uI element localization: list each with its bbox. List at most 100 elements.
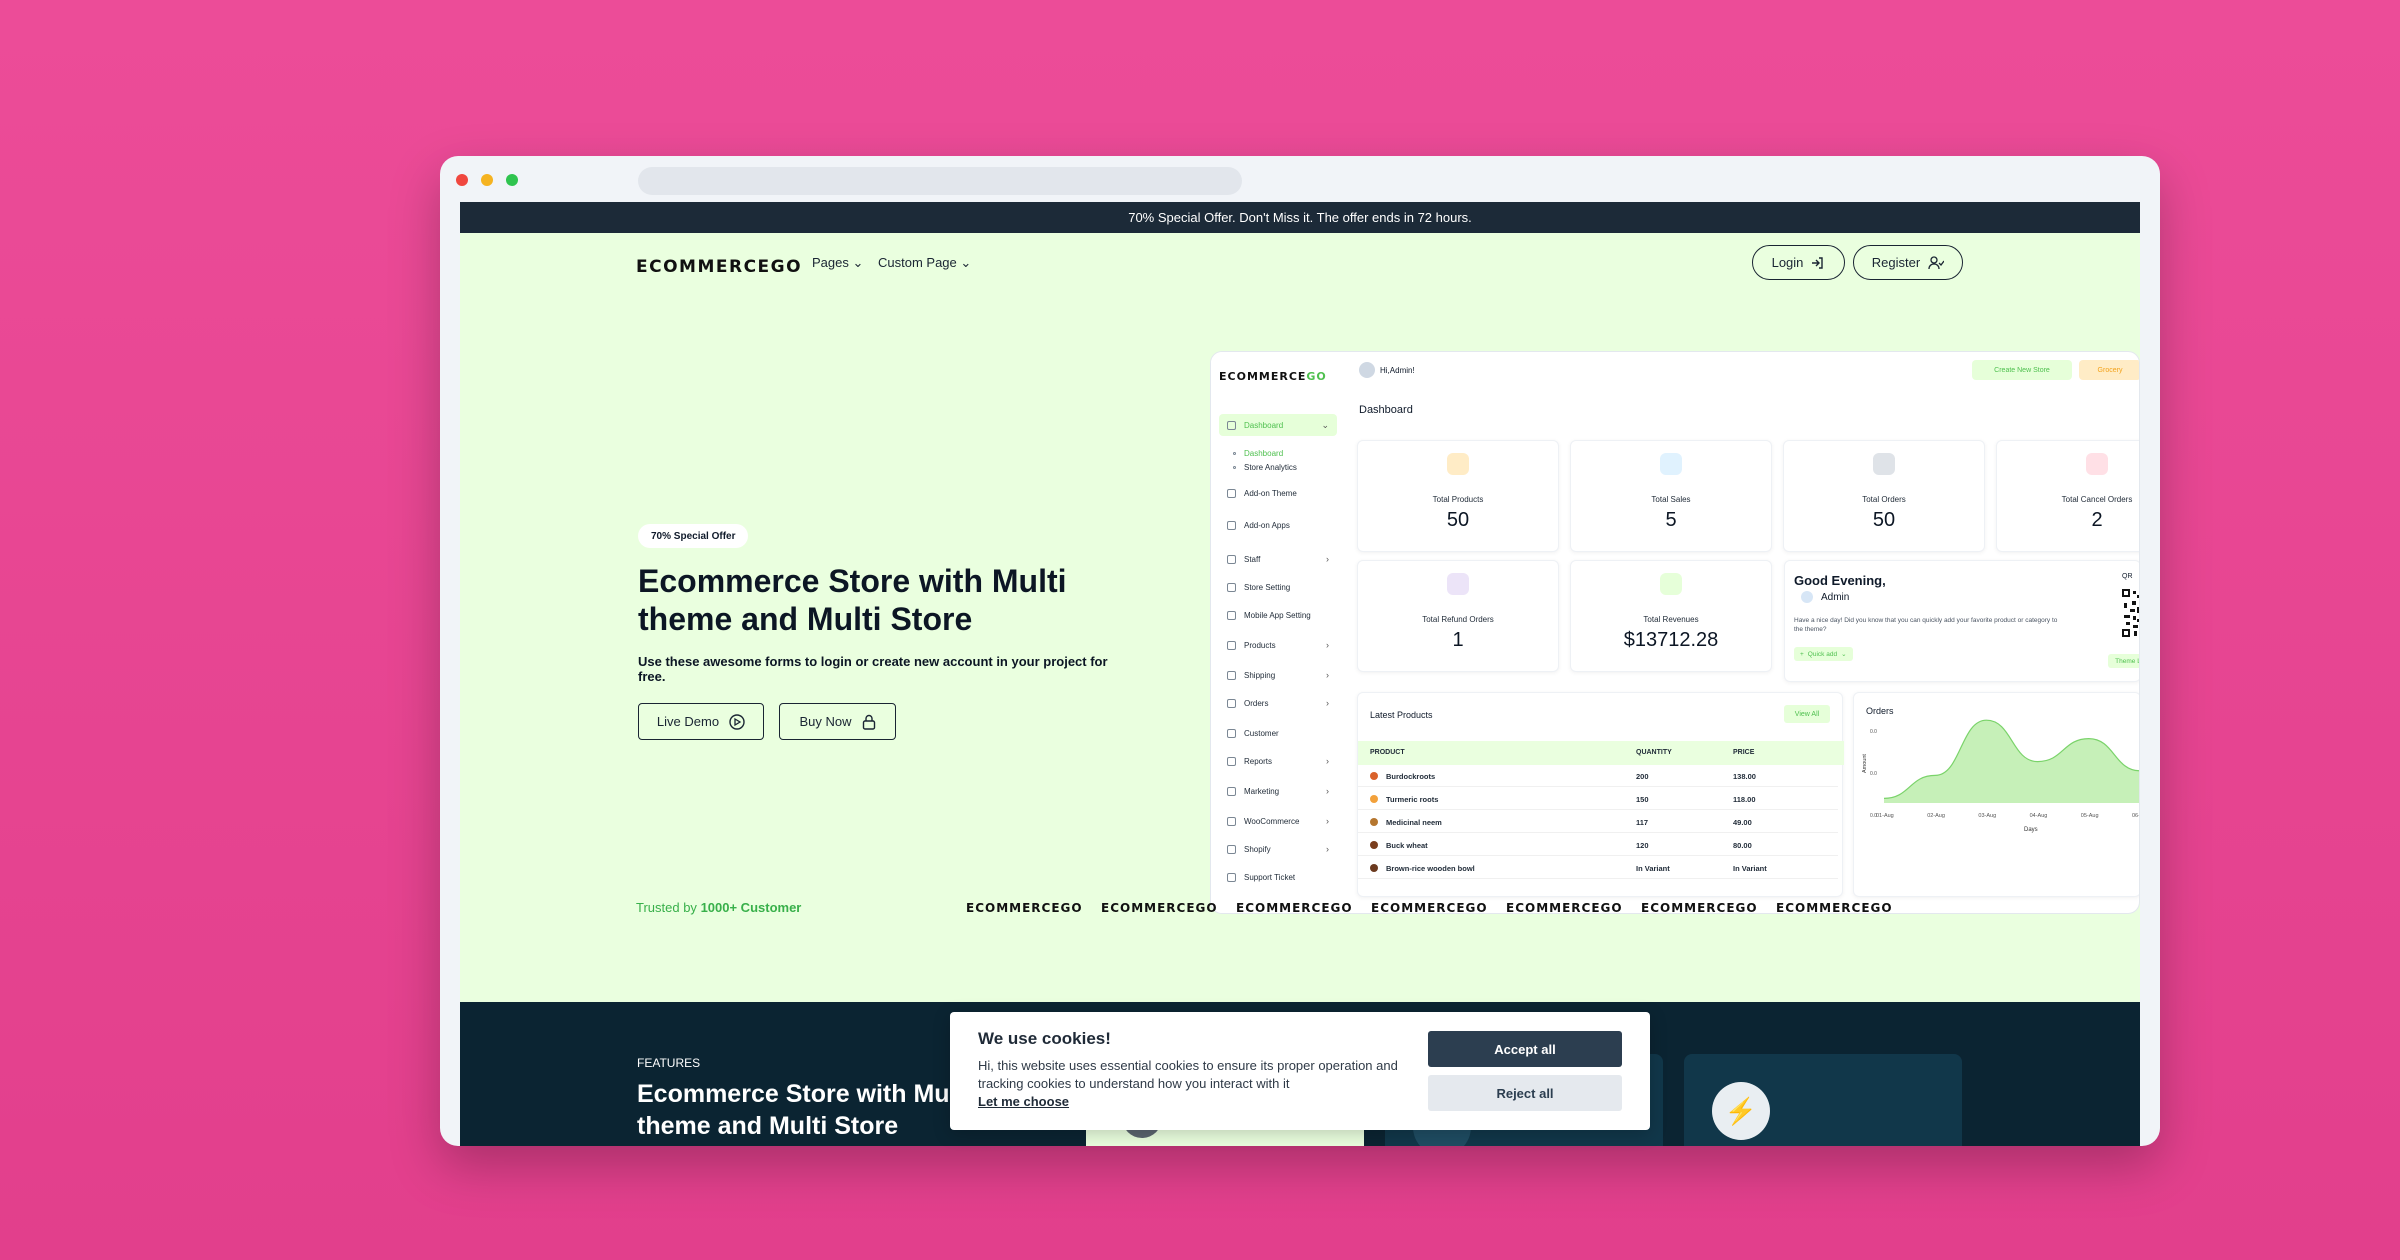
register-button[interactable]: Register [1853, 245, 1963, 280]
table-row[interactable]: Burdockroots 200 138.00 [1358, 765, 1838, 787]
nav-custom-page[interactable]: Custom Page ⌄ [878, 255, 971, 271]
user-menu[interactable]: Hi,Admin! [1380, 366, 1415, 375]
menu-item-icon [1227, 488, 1236, 498]
menu-item-icon [1227, 554, 1236, 564]
site-logo[interactable]: ECOMMERCEGO [636, 257, 802, 277]
sidebar-item[interactable]: Add-on Theme [1219, 482, 1337, 504]
sidebar-item-label: Store Analytics [1244, 462, 1297, 472]
chevron-icon: › [1326, 640, 1329, 650]
table-row[interactable]: Turmeric roots 150 118.00 [1358, 788, 1838, 810]
live-demo-button[interactable]: Live Demo [638, 703, 764, 740]
column-header: QUANTITY [1636, 749, 1672, 756]
table-row[interactable]: Brown-rice wooden bowl In Variant In Varia… [1358, 857, 1838, 879]
dashboard-logo: ECOMMERCEGO [1219, 370, 1327, 383]
sidebar-item[interactable]: Orders › [1219, 692, 1337, 714]
window-controls [456, 174, 518, 186]
sidebar-item[interactable]: Shopify › [1219, 838, 1337, 860]
product-price: In Variant [1733, 864, 1767, 873]
menu-item-icon [1227, 698, 1236, 708]
brand-logo: ECOMMERCEGO [1776, 901, 1893, 915]
minimize-dot[interactable] [481, 174, 493, 186]
stat-value: 1 [1452, 629, 1464, 651]
plus-icon: + [1800, 650, 1804, 658]
sidebar-item-label: Store Setting [1244, 582, 1291, 592]
stat-card: Total Refund Orders 1 [1357, 560, 1559, 672]
chevron-icon: › [1326, 756, 1329, 766]
sidebar-item[interactable]: Shipping › [1219, 664, 1337, 686]
store-select[interactable]: Grocery [2079, 360, 2139, 380]
stat-value: 50 [1446, 509, 1470, 531]
accept-all-button[interactable]: Accept all [1428, 1031, 1622, 1067]
quick-add-button[interactable]: + Quick add ⌄ [1794, 647, 1853, 661]
cookie-title: We use cookies! [978, 1029, 1111, 1048]
product-thumbnail [1370, 864, 1378, 872]
sidebar-item[interactable]: Marketing › [1219, 780, 1337, 802]
sidebar-item-label: Products [1244, 640, 1276, 650]
sidebar-item[interactable]: Store Setting [1219, 576, 1337, 598]
create-store-button[interactable]: Create New Store [1972, 360, 2072, 380]
features-label: FEATURES [637, 1056, 701, 1070]
product-name: Burdockroots [1386, 772, 1436, 781]
sidebar-item[interactable]: Dashboard ⌄ [1219, 414, 1337, 436]
table-row[interactable]: Buck wheat 120 80.00 [1358, 834, 1838, 856]
chevron-down-icon: ⌄ [960, 255, 972, 270]
address-bar[interactable] [638, 167, 1242, 195]
sidebar-item[interactable]: Customer [1219, 722, 1337, 744]
stat-icon [1873, 453, 1895, 475]
sidebar-item[interactable]: Add-on Apps [1219, 514, 1337, 536]
sidebar-item[interactable]: Products › [1219, 634, 1337, 656]
trusted-by: Trusted by 1000+ Customer [636, 900, 801, 915]
close-dot[interactable] [456, 174, 468, 186]
product-price: 118.00 [1733, 795, 1756, 804]
product-quantity: 200 [1636, 772, 1649, 781]
reject-all-button[interactable]: Reject all [1428, 1075, 1622, 1111]
sidebar-item[interactable]: Store Analytics [1219, 456, 1337, 478]
table-row[interactable]: Medicinal neem 117 49.00 [1358, 811, 1838, 833]
product-name: Turmeric roots [1386, 795, 1439, 804]
features-title: Ecommerce Store with Multi theme and Mul… [637, 1080, 972, 1140]
menu-item-icon [1227, 786, 1236, 796]
stat-value: 50 [1872, 509, 1896, 531]
dashboard-logo-b: GO [1306, 370, 1327, 383]
navbar: ECOMMERCEGO Pages ⌄ Custom Page ⌄ Login … [460, 233, 2140, 299]
product-name: Buck wheat [1386, 841, 1428, 850]
let-me-choose-link[interactable]: Let me choose [978, 1094, 1069, 1109]
avatar [1359, 362, 1375, 378]
brand-logo: ECOMMERCEGO [1506, 901, 1623, 915]
y-tick-label: 0.0 [1870, 771, 1877, 777]
stat-icon [1660, 573, 1682, 595]
nav-pages[interactable]: Pages ⌄ [812, 255, 863, 271]
qr-label: QR [2122, 573, 2133, 580]
cookie-banner: We use cookies! Hi, this website uses es… [950, 1012, 1650, 1130]
menu-item-icon [1227, 420, 1236, 430]
buy-now-button[interactable]: Buy Now [779, 703, 896, 740]
sidebar-item-label: Shopify [1244, 844, 1271, 854]
sidebar-item[interactable]: Reports › [1219, 750, 1337, 772]
sidebar-item[interactable]: Mobile App Setting [1219, 604, 1337, 626]
sidebar-item-label: Dashboard [1244, 420, 1284, 430]
chevron-icon: › [1326, 844, 1329, 854]
chevron-down-icon: ⌄ [852, 255, 864, 270]
stat-label: Total Sales [1651, 495, 1691, 504]
hero-title: Ecommerce Store with Multi theme and Mul… [638, 563, 1067, 637]
live-demo-label: Live Demo [656, 714, 720, 729]
maximize-dot[interactable] [506, 174, 518, 186]
login-button[interactable]: Login [1752, 245, 1845, 280]
theme-button[interactable]: Theme L [2108, 654, 2139, 668]
sidebar-item[interactable]: Staff › [1219, 548, 1337, 570]
login-icon [1812, 256, 1824, 269]
lightning-icon: ⚡ [1712, 1082, 1770, 1140]
stat-label: Total Cancel Orders [2061, 495, 2133, 504]
sidebar-item[interactable]: Support Ticket [1219, 866, 1337, 888]
browser-window: 70% Special Offer. Don't Miss it. The of… [440, 156, 2160, 1146]
chevron-icon: › [1326, 816, 1329, 826]
trusted-prefix: Trusted by [636, 900, 697, 915]
product-name: Brown-rice wooden bowl [1386, 864, 1475, 873]
x-tick-label: 01-Aug [1876, 813, 1894, 819]
view-all-button[interactable]: View All [1784, 705, 1830, 723]
sidebar-item[interactable]: WooCommerce › [1219, 810, 1337, 832]
menu-item-icon [1227, 520, 1236, 530]
chevron-icon: ⌄ [1321, 419, 1329, 430]
sidebar-item-label: Shipping [1244, 670, 1276, 680]
chevron-icon: › [1326, 786, 1329, 796]
